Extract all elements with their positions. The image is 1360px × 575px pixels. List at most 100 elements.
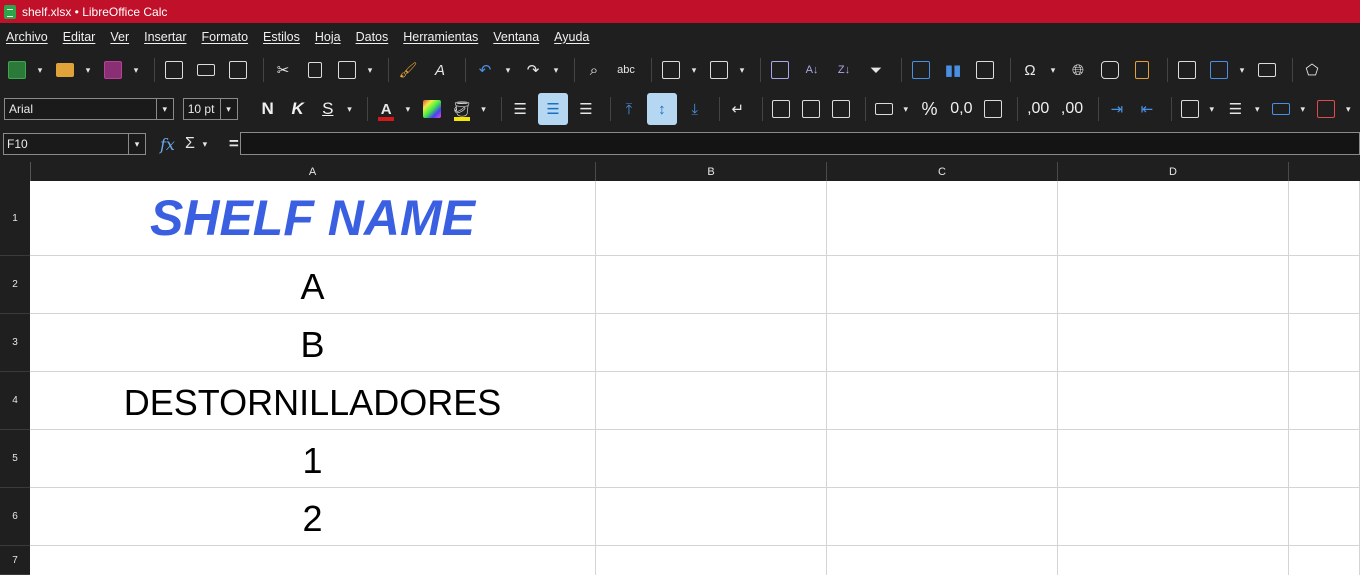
cell-b5[interactable] — [596, 430, 827, 488]
cell-c1[interactable] — [827, 181, 1058, 256]
headers-footers-icon[interactable] — [1129, 57, 1155, 83]
cell-e2[interactable] — [1289, 256, 1360, 314]
border-style-dropdown-icon[interactable]: ▾ — [1254, 104, 1261, 115]
menu-formato[interactable]: Formato — [202, 30, 249, 44]
spelling-icon[interactable]: abc — [613, 57, 639, 83]
menu-insertar[interactable]: Insertar — [144, 30, 186, 44]
insert-chart-icon[interactable]: ▮▮ — [940, 57, 966, 83]
row-header-4[interactable]: 4 — [0, 372, 30, 430]
row-header-5[interactable]: 5 — [0, 430, 30, 488]
cell-a4[interactable]: DESTORNILLADORES — [30, 372, 596, 430]
currency-format-icon[interactable] — [872, 96, 896, 122]
bold-button[interactable]: N — [256, 99, 280, 119]
increase-indent-icon[interactable]: ⇥ — [1105, 96, 1129, 122]
define-print-area-icon[interactable] — [1174, 57, 1200, 83]
undo-icon[interactable]: ↶ — [472, 57, 498, 83]
formula-icon[interactable]: = — [229, 134, 239, 154]
menu-herramientas[interactable]: Herramientas — [403, 30, 478, 44]
number-format-button[interactable]: 0,0 — [948, 100, 976, 118]
menu-datos[interactable]: Datos — [356, 30, 389, 44]
font-name-box[interactable]: Arial ▾ — [4, 98, 174, 120]
align-right-icon[interactable]: ☰ — [574, 96, 598, 122]
column-header-b[interactable]: B — [596, 162, 827, 181]
cell-a3[interactable]: B — [30, 314, 596, 372]
cell-b6[interactable] — [596, 488, 827, 546]
autofilter-icon[interactable]: ⏷ — [863, 57, 889, 83]
column-dropdown-icon[interactable]: ▾ — [738, 65, 746, 76]
cell-b4[interactable] — [596, 372, 827, 430]
row-dropdown-icon[interactable]: ▾ — [690, 65, 698, 76]
copy-icon[interactable] — [302, 57, 328, 83]
open-folder-icon[interactable] — [52, 57, 78, 83]
background-color-dropdown-icon[interactable]: ▾ — [480, 104, 487, 115]
menu-estilos[interactable]: Estilos — [263, 30, 300, 44]
cell-e5[interactable] — [1289, 430, 1360, 488]
align-middle-icon[interactable]: ↕ — [647, 93, 677, 125]
conditional-format-dropdown-icon[interactable]: ▾ — [1345, 104, 1352, 115]
percent-format-button[interactable]: % — [917, 99, 941, 120]
menu-ayuda[interactable]: Ayuda — [554, 30, 589, 44]
align-top-icon[interactable]: ⤒ — [617, 96, 641, 122]
sort-ascending-icon[interactable]: A↓ — [799, 57, 825, 83]
paste-dropdown-icon[interactable]: ▾ — [366, 65, 374, 76]
cell-a2[interactable]: A — [30, 256, 596, 314]
cell-c3[interactable] — [827, 314, 1058, 372]
cell-b2[interactable] — [596, 256, 827, 314]
menu-hoja[interactable]: Hoja — [315, 30, 341, 44]
cell-e1[interactable] — [1289, 181, 1360, 256]
date-format-icon[interactable] — [981, 96, 1005, 122]
cell-d5[interactable] — [1058, 430, 1289, 488]
cell-e6[interactable] — [1289, 488, 1360, 546]
formula-input[interactable] — [240, 132, 1360, 155]
cell-d2[interactable] — [1058, 256, 1289, 314]
find-replace-icon[interactable]: ⌕ — [581, 57, 607, 83]
sort-icon[interactable] — [767, 57, 793, 83]
paste-icon[interactable] — [334, 57, 360, 83]
freeze-rows-columns-icon[interactable] — [1206, 57, 1232, 83]
clone-formatting-icon[interactable]: 🖌 — [395, 57, 421, 83]
cell-c4[interactable] — [827, 372, 1058, 430]
save-icon[interactable] — [100, 57, 126, 83]
column-header-a[interactable]: A — [30, 162, 596, 181]
underline-button[interactable]: S — [316, 99, 340, 119]
undo-dropdown-icon[interactable]: ▾ — [504, 65, 512, 76]
sum-icon[interactable]: Σ — [185, 135, 195, 153]
open-dropdown-icon[interactable]: ▾ — [84, 65, 92, 76]
new-spreadsheet-icon[interactable] — [4, 57, 30, 83]
cell-b1[interactable] — [596, 181, 827, 256]
align-bottom-icon[interactable]: ⤓ — [683, 96, 707, 122]
column-header-c[interactable]: C — [827, 162, 1058, 181]
pivot-table-icon[interactable] — [972, 57, 998, 83]
cell-a6[interactable]: 2 — [30, 488, 596, 546]
comment-icon[interactable] — [1097, 57, 1123, 83]
clear-formatting-icon[interactable]: A — [427, 57, 453, 83]
cell-c6[interactable] — [827, 488, 1058, 546]
name-box-dropdown-icon[interactable]: ▾ — [128, 134, 145, 154]
borders-dropdown-icon[interactable]: ▾ — [1208, 104, 1215, 115]
save-dropdown-icon[interactable]: ▾ — [132, 65, 140, 76]
currency-dropdown-icon[interactable]: ▾ — [902, 104, 909, 115]
border-color-dropdown-icon[interactable]: ▾ — [1299, 104, 1306, 115]
font-color-icon[interactable]: A — [374, 96, 398, 122]
sum-dropdown-icon[interactable]: ▾ — [201, 139, 209, 150]
font-size-dropdown-icon[interactable]: ▾ — [219, 99, 237, 119]
cell-e4[interactable] — [1289, 372, 1360, 430]
cell-e3[interactable] — [1289, 314, 1360, 372]
border-style-icon[interactable]: ☰ — [1223, 96, 1247, 122]
freeze-dropdown-icon[interactable]: ▾ — [1238, 65, 1246, 76]
cell-d1[interactable] — [1058, 181, 1289, 256]
new-dropdown-icon[interactable]: ▾ — [36, 65, 44, 76]
border-color-icon[interactable] — [1269, 96, 1293, 122]
print-preview-icon[interactable] — [225, 57, 251, 83]
cell-d3[interactable] — [1058, 314, 1289, 372]
merge-cells-icon[interactable] — [799, 96, 823, 122]
column-icon[interactable] — [706, 57, 732, 83]
cell-d4[interactable] — [1058, 372, 1289, 430]
row-header-1[interactable]: 1 — [0, 181, 30, 256]
borders-icon[interactable] — [1178, 96, 1202, 122]
cell-a5[interactable]: 1 — [30, 430, 596, 488]
name-box[interactable]: F10 ▾ — [3, 133, 146, 155]
font-color-dropdown-icon[interactable]: ▾ — [404, 104, 411, 115]
character-highlight-icon[interactable] — [420, 96, 444, 122]
column-header-e[interactable] — [1289, 162, 1360, 181]
